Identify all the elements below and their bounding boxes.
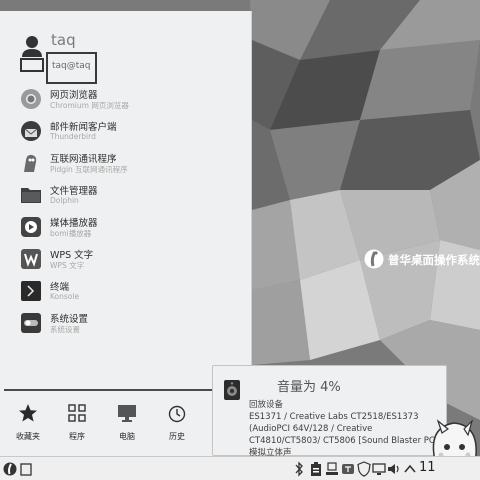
isoft-logo-icon [364, 249, 384, 269]
app-title: 系统设置 [50, 314, 89, 325]
playback-device-label: 回放设备 [249, 400, 284, 410]
speaker-icon [224, 380, 240, 400]
app-item-mail-client[interactable]: 邮件新闻客户端 Thunderbird [20, 117, 245, 147]
tab-favorites[interactable]: 收藏夹 [4, 403, 52, 447]
display-icon[interactable] [372, 461, 386, 477]
app-title: 互联网通讯程序 [50, 154, 117, 165]
app-title: 媒体播放器 [50, 218, 98, 229]
media-player-icon [21, 217, 41, 237]
brand-text: 普华桌面操作系统 [388, 253, 480, 267]
app-item-web-browser[interactable]: 网页浏览器 Chromium 网页浏览器 [20, 85, 245, 115]
app-subtitle: Dolphin [50, 196, 79, 205]
app-subtitle: WPS 文字 [50, 261, 85, 270]
tab-label: 程序 [69, 432, 85, 441]
volume-osd: 音量为 4% 回放设备 ES1371 / Creative Labs CT251… [212, 365, 447, 458]
app-item-messenger[interactable]: 互联网通讯程序 Pidgin 互联网通讯程序 [20, 149, 245, 179]
app-subtitle: 系统设置 [50, 325, 80, 334]
clipboard-icon[interactable] [309, 461, 323, 477]
app-item-file-manager[interactable]: 文件管理器 Dolphin [20, 181, 245, 211]
app-title: 网页浏览器 [50, 90, 98, 101]
clock-time[interactable]: 11 [419, 460, 436, 475]
app-item-wps-writer[interactable]: WPS 文字 WPS 文字 [20, 245, 245, 275]
app-subtitle: bomi播放器 [50, 229, 92, 238]
thunderbird-icon [21, 121, 41, 141]
shield-icon[interactable] [357, 461, 371, 477]
user-avatar-icon [20, 36, 44, 72]
bluetooth-icon[interactable] [292, 461, 306, 477]
user-host-box[interactable]: taq@taq [46, 52, 97, 84]
input-method-icon[interactable] [341, 461, 355, 477]
app-subtitle: Pidgin 互联网通讯程序 [50, 165, 128, 174]
chromium-icon [21, 89, 41, 109]
user-name: taq [51, 31, 76, 49]
monitor-icon [118, 405, 136, 422]
app-subtitle: Thunderbird [50, 132, 96, 141]
wps-writer-icon [21, 249, 41, 269]
app-item-media-player[interactable]: 媒体播放器 bomi播放器 [20, 213, 245, 243]
launcher-icon[interactable] [3, 461, 17, 477]
app-subtitle: Chromium 网页浏览器 [50, 101, 129, 110]
tab-label: 电脑 [119, 432, 135, 441]
network-icon[interactable] [325, 461, 339, 477]
tab-history[interactable]: 历史 [153, 403, 201, 447]
app-title: 文件管理器 [50, 186, 98, 197]
tab-label: 历史 [169, 432, 185, 441]
volume-icon[interactable] [387, 461, 401, 477]
taskbar: 11 [0, 456, 480, 480]
clock-icon [168, 405, 186, 423]
desktop-icon[interactable] [19, 461, 33, 477]
app-item-system-settings[interactable]: 系统设置 系统设置 [20, 309, 245, 339]
terminal-icon [21, 281, 41, 301]
star-icon [19, 404, 37, 422]
pidgin-icon [24, 154, 37, 172]
volume-level-text: 音量为 4% [277, 380, 341, 395]
settings-icon [21, 313, 41, 333]
expand-arrow-icon[interactable] [403, 461, 417, 477]
app-title: 邮件新闻客户端 [50, 122, 117, 133]
tab-label: 收藏夹 [16, 432, 40, 441]
grid-icon [68, 404, 86, 422]
folder-icon [21, 188, 41, 203]
tab-programs[interactable]: 程序 [53, 403, 101, 447]
app-title: WPS 文字 [50, 250, 94, 261]
app-item-terminal[interactable]: 终端 Konsole [20, 277, 245, 307]
tab-computer[interactable]: 电脑 [103, 403, 151, 447]
playback-device-name: ES1371 / Creative Labs CT2518/ES1373 (Au… [249, 412, 444, 458]
app-title: 终端 [50, 282, 70, 293]
app-subtitle: Konsole [50, 292, 80, 301]
